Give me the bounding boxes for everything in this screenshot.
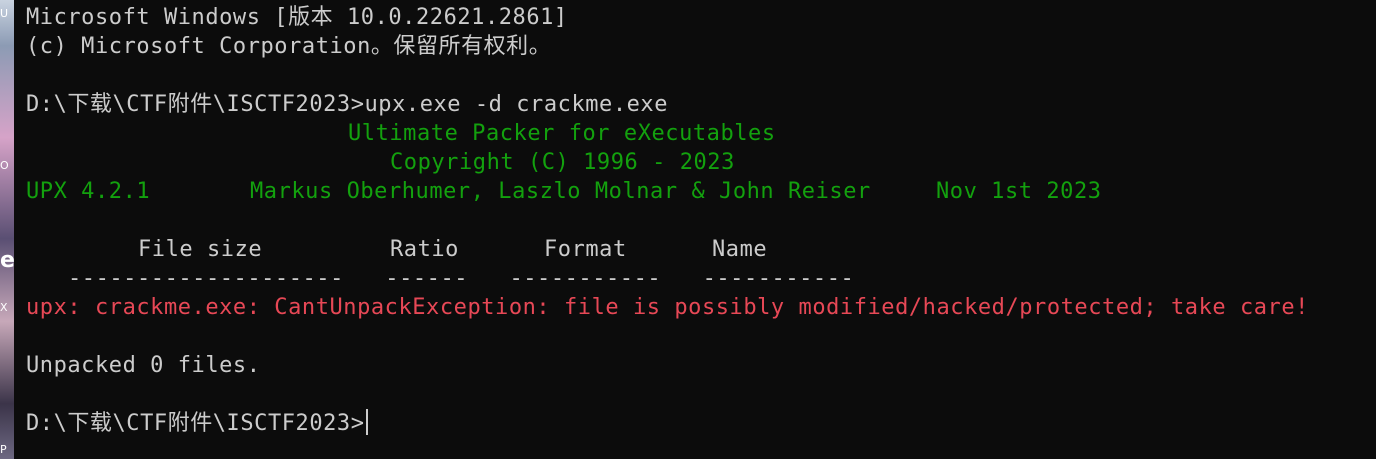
summary-line: Unpacked 0 files.: [26, 353, 261, 378]
desktop-icon-fragment: e: [0, 248, 14, 273]
upx-title: Ultimate Packer for eXecutables: [348, 121, 776, 146]
header-ratio: Ratio: [390, 237, 459, 262]
desktop-icon-fragment: O: [0, 159, 9, 172]
command-text: upx.exe -d crackme.exe: [364, 92, 669, 117]
error-message: upx: crackme.exe: CantUnpackException: f…: [26, 295, 1309, 320]
header-name: Name: [712, 237, 768, 262]
header-line-version: Microsoft Windows [版本 10.0.22621.2861]: [26, 5, 568, 30]
terminal-output[interactable]: Microsoft Windows [版本 10.0.22621.2861] (…: [26, 3, 1371, 455]
upx-authors: Markus Oberhumer, Laszlo Molnar & John R…: [250, 179, 871, 204]
desktop-icon-fragment: P: [0, 443, 7, 456]
text-cursor: [365, 409, 368, 435]
prompt: D:\下载\CTF附件\ISCTF2023>: [26, 92, 365, 117]
final-prompt-line[interactable]: D:\下载\CTF附件\ISCTF2023>: [26, 409, 368, 438]
header-line-copyright: (c) Microsoft Corporation。保留所有权利。: [26, 34, 552, 59]
upx-date: Nov 1st 2023: [936, 179, 1102, 204]
desktop-icon-fragment: X: [0, 301, 8, 314]
desktop-icon-fragment: U: [0, 7, 9, 20]
upx-version: UPX 4.2.1: [26, 179, 151, 204]
desktop-background-strip: U O e X P: [0, 0, 14, 459]
final-prompt: D:\下载\CTF附件\ISCTF2023>: [26, 411, 365, 436]
upx-copyright: Copyright (C) 1996 - 2023: [390, 150, 735, 175]
header-format: Format: [544, 237, 627, 262]
command-line: D:\下载\CTF附件\ISCTF2023>upx.exe -d crackme…: [26, 90, 668, 119]
header-file-size: File size: [138, 237, 263, 262]
table-rule: -------------------- ------ ----------- …: [68, 266, 855, 291]
